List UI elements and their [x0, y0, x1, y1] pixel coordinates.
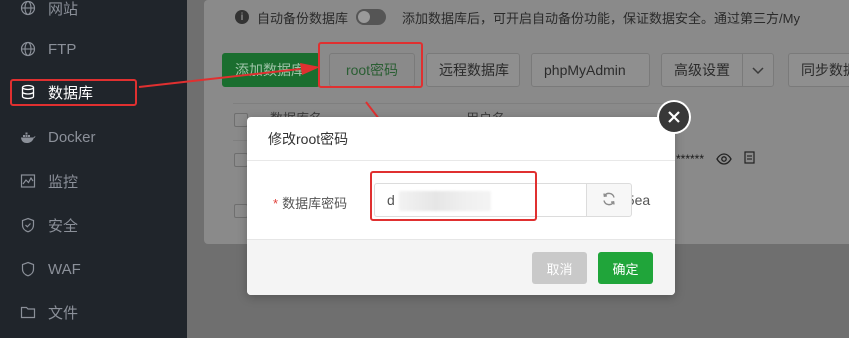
sidebar: 网站 FTP 数据库 Docker 监控 安全 WAF 文件 [0, 0, 187, 338]
info-icon: i [235, 10, 249, 24]
close-icon [659, 102, 689, 132]
tip-text: 添加数据库后，可开启自动备份功能，保证数据安全。通过第三方/My [402, 10, 800, 26]
dialog-close-button[interactable] [657, 100, 691, 134]
sidebar-item-database[interactable]: 数据库 [0, 75, 187, 109]
sidebar-item-label: 文件 [48, 304, 79, 322]
sidebar-item-docker[interactable]: Docker [0, 120, 187, 154]
masked-password: ****** [676, 152, 705, 166]
password-prefix: d [387, 192, 395, 208]
table-divider [233, 103, 673, 104]
password-label-text: 数据库密码 [282, 196, 348, 211]
globe-icon [20, 41, 36, 57]
auto-backup-tip: i 自动备份数据库 添加数据库后，可开启自动备份功能，保证数据安全。通过第三方/… [235, 8, 800, 26]
globe-icon [20, 0, 36, 16]
sidebar-item-monitor[interactable]: 监控 [0, 164, 187, 198]
cancel-button[interactable]: 取消 [532, 252, 587, 284]
copy-icon[interactable] [742, 151, 756, 168]
shield-icon [20, 217, 36, 233]
sidebar-item-waf[interactable]: WAF [0, 252, 187, 286]
root-password-button[interactable]: root密码 [329, 53, 415, 87]
remote-database-button[interactable]: 远程数据库 [426, 53, 520, 87]
sidebar-item-label: 网站 [48, 0, 79, 18]
dialog-title: 修改root密码 [247, 117, 675, 161]
sidebar-item-label: 数据库 [48, 84, 94, 102]
sidebar-item-label: FTP [48, 40, 77, 58]
add-database-button[interactable]: 添加数据库 [222, 53, 320, 87]
sidebar-item-label: WAF [48, 260, 81, 278]
sidebar-item-files[interactable]: 文件 [0, 295, 187, 329]
select-all-checkbox[interactable] [234, 113, 248, 127]
refresh-icon [601, 191, 617, 210]
sidebar-item-label: 安全 [48, 217, 79, 235]
sync-data-button[interactable]: 同步数据 [788, 53, 849, 87]
sidebar-item-ftp[interactable]: FTP [0, 32, 187, 66]
database-icon [20, 84, 36, 100]
sidebar-item-website[interactable]: 网站 [0, 0, 187, 25]
footer-checkbox[interactable] [234, 204, 248, 218]
eye-icon[interactable] [716, 152, 732, 168]
root-password-dialog: 修改root密码 * 数据库密码 d e5ea 取消 确定 [247, 117, 675, 295]
chevron-down-icon [752, 62, 764, 78]
monitor-icon [20, 173, 36, 189]
docker-icon [20, 129, 36, 145]
waf-shield-icon [20, 261, 36, 277]
confirm-button[interactable]: 确定 [598, 252, 653, 284]
password-blur-mask [399, 191, 491, 211]
folder-icon [20, 304, 36, 320]
sidebar-item-label: 监控 [48, 173, 79, 191]
required-mark: * [273, 196, 279, 211]
sidebar-item-security[interactable]: 安全 [0, 208, 187, 242]
password-field-label: * 数据库密码 [273, 193, 347, 212]
row-checkbox[interactable] [234, 153, 248, 167]
password-form-row: * 数据库密码 d e5ea [247, 183, 675, 219]
auto-backup-toggle[interactable] [356, 9, 387, 25]
auto-backup-label: 自动备份数据库 [257, 10, 349, 26]
advanced-dropdown-button[interactable] [742, 53, 774, 87]
advanced-settings-button[interactable]: 高级设置 [661, 53, 743, 87]
sidebar-item-label: Docker [48, 128, 96, 146]
regenerate-password-button[interactable] [586, 183, 632, 217]
dialog-footer: 取消 确定 [247, 239, 675, 295]
phpmyadmin-button[interactable]: phpMyAdmin [531, 53, 650, 87]
